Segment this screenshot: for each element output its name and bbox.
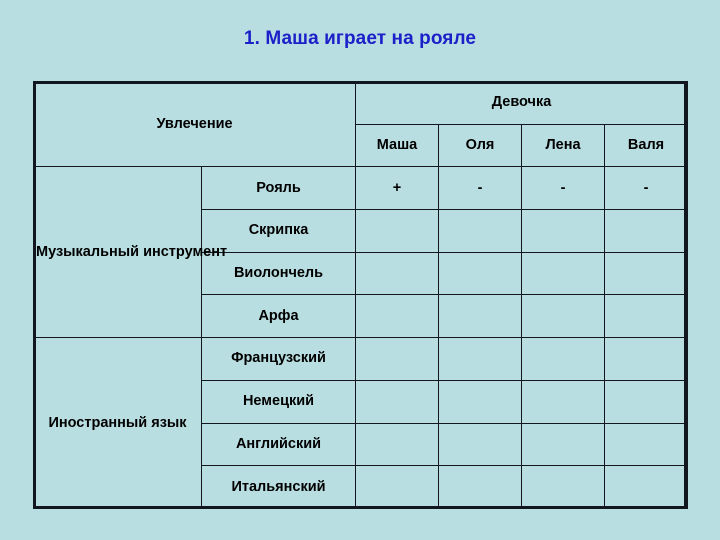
mark-cell[interactable] (438, 294, 523, 339)
header-name-valya: Валя (604, 123, 689, 168)
group-label-instrument: Музыкальный инструмент (33, 166, 227, 339)
mark-cell[interactable] (604, 294, 689, 339)
mark-cell[interactable] (355, 379, 440, 424)
mark-cell[interactable] (521, 379, 606, 424)
mark-cell[interactable]: - (438, 166, 523, 211)
subject-cell: Итальянский (200, 465, 357, 509)
mark-cell[interactable] (438, 337, 523, 381)
mark-cell[interactable] (521, 251, 606, 296)
header-name-olya: Оля (438, 123, 523, 168)
mark-cell[interactable] (438, 209, 523, 253)
table-row: Музыкальный инструмент Рояль + - - - (33, 166, 689, 339)
mark-cell[interactable] (355, 337, 440, 381)
mark-cell[interactable]: - (521, 166, 606, 211)
header-name-lena: Лена (521, 123, 606, 168)
mark-cell[interactable] (604, 379, 689, 424)
mark-cell[interactable] (521, 422, 606, 467)
mark-cell[interactable] (355, 209, 440, 253)
mark-cell[interactable] (521, 465, 606, 509)
table-header-row-top: Увлечение Девочка (32, 80, 689, 168)
mark-cell[interactable] (604, 209, 689, 253)
mark-cell[interactable] (355, 294, 440, 339)
mark-cell[interactable] (438, 465, 523, 509)
table-row: Иностранный язык Французский (33, 337, 689, 509)
mark-cell[interactable] (355, 251, 440, 296)
mark-cell[interactable] (521, 294, 606, 339)
mark-cell[interactable] (438, 379, 523, 424)
mark-cell[interactable] (604, 337, 689, 381)
mark-cell[interactable]: - (604, 166, 689, 211)
mark-cell[interactable] (604, 465, 689, 509)
mark-cell[interactable] (604, 422, 689, 467)
mark-cell[interactable] (355, 465, 440, 509)
mark-cell[interactable]: + (355, 166, 440, 211)
group-label-language: Иностранный язык (33, 337, 202, 509)
mark-cell[interactable] (355, 422, 440, 467)
page-title: 1. Маша играет на рояле (243, 28, 477, 49)
mark-cell[interactable] (521, 337, 606, 381)
header-name-masha: Маша (355, 123, 440, 168)
subject-cell: Французский (200, 337, 357, 381)
subject-cell: Арфа (200, 294, 357, 339)
subject-cell: Немецкий (200, 379, 357, 424)
subject-cell: Рояль (200, 166, 357, 211)
mark-cell[interactable] (438, 422, 523, 467)
mark-cell[interactable] (604, 251, 689, 296)
mark-cell[interactable] (521, 209, 606, 253)
header-girl: Девочка (355, 81, 689, 125)
slide-canvas: 1. Маша играет на рояле Увлечение Девочк… (0, 0, 720, 540)
subject-cell: Английский (200, 422, 357, 467)
header-hobby: Увлечение (32, 80, 357, 168)
mark-cell[interactable] (438, 251, 523, 296)
logic-puzzle-table: Увлечение Девочка Маша Оля Лена Валя Муз… (32, 80, 689, 509)
